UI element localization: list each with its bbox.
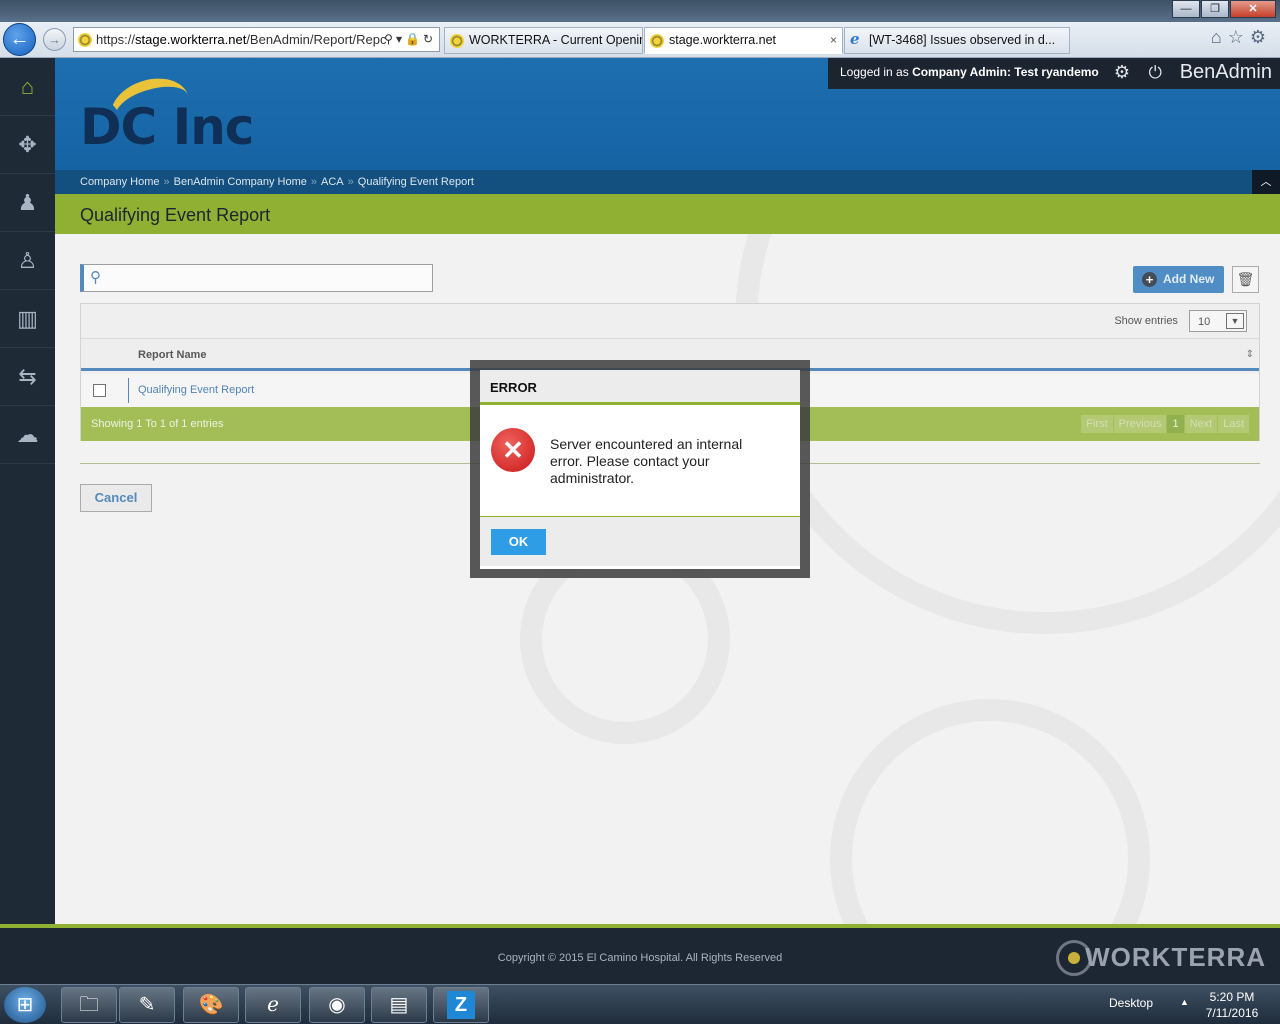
nav-home-icon[interactable]: ⌂ — [0, 58, 55, 116]
app-brand: BenAdmin — [1179, 61, 1272, 83]
forward-button[interactable]: → — [43, 28, 66, 51]
dialog-body: ✕ Server encountered an internal error. … — [480, 405, 800, 517]
logout-power-icon[interactable]: ⏻ — [1149, 58, 1162, 87]
home-icon[interactable]: ⌂ — [1211, 27, 1228, 47]
search-icon[interactable]: ⚲ — [384, 32, 396, 46]
address-tools: ⚲▾🔒↻ — [384, 28, 436, 51]
nav-puzzle-icon[interactable]: ✥ — [0, 116, 55, 174]
refresh-icon[interactable]: ↻ — [423, 32, 436, 46]
lock-icon[interactable]: 🔒 — [405, 32, 423, 46]
breadcrumb-item[interactable]: Company Home — [80, 176, 159, 188]
breadcrumb-item[interactable]: BenAdmin Company Home — [174, 176, 307, 188]
address-bar[interactable]: https://stage.workterra.net/BenAdmin/Rep… — [73, 27, 440, 52]
window-titlebar: — ❐ ✕ — [0, 0, 1280, 22]
window-controls: — ❐ ✕ — [1171, 0, 1276, 18]
ie-favicon-icon: e — [850, 30, 860, 48]
nav-chat-icon[interactable]: ☁ — [0, 406, 55, 464]
dropdown-icon[interactable]: ▾ — [396, 32, 405, 46]
tab-close-icon[interactable]: × — [830, 28, 837, 53]
chrome-icon[interactable]: ◉ — [309, 987, 365, 1023]
browser-tab-stage[interactable]: stage.workterra.net × — [644, 27, 843, 54]
breadcrumb-item[interactable]: ACA — [321, 176, 344, 188]
site-favicon-icon — [78, 33, 92, 47]
company-logo: DC Inc — [80, 98, 254, 156]
settings-gear-icon[interactable]: ⚙ — [1250, 27, 1272, 47]
nav-user-icon[interactable]: ♙ — [0, 232, 55, 290]
browser-tab-workterra[interactable]: WORKTERRA - Current Openin... — [444, 27, 643, 54]
desktop-toolbar[interactable]: Desktop — [1109, 996, 1153, 1010]
nav-transfer-icon[interactable]: ⇆ — [0, 348, 55, 406]
side-navigation: ⌂ ✥ ♟ ♙ ▥ ⇆ ☁ — [0, 58, 55, 924]
sticky-notes-icon[interactable]: ▤ — [371, 987, 427, 1023]
explorer-folder-icon[interactable]: 🗀 — [61, 987, 117, 1023]
modal-overlay — [55, 234, 1280, 924]
dialog-footer: OK — [480, 517, 800, 566]
nav-user-star-icon[interactable]: ♟ — [0, 174, 55, 232]
app-footer: Copyright © 2015 El Camino Hospital. All… — [0, 924, 1280, 984]
maximize-button[interactable]: ❐ — [1201, 0, 1229, 18]
settings-gear-icon[interactable]: ⚙ — [1114, 58, 1130, 87]
start-button[interactable] — [4, 987, 46, 1023]
collapse-chevron-icon[interactable]: ︿ — [1252, 170, 1280, 194]
windows-taskbar: 🗀 ✎ 🎨 ℯ ◉ ▤ Z Desktop ▲ 5:20 PM 7/11/201… — [0, 984, 1280, 1024]
browser-tab-jira[interactable]: e [WT-3468] Issues observed in d... — [844, 27, 1070, 54]
workterra-logo: WORKTERRA — [1085, 942, 1266, 972]
close-window-button[interactable]: ✕ — [1230, 0, 1276, 18]
zoom-z-icon[interactable]: Z — [433, 987, 489, 1023]
browser-toolbar: ← → https://stage.workterra.net/BenAdmin… — [0, 22, 1280, 58]
breadcrumb: Company Home» BenAdmin Company Home» ACA» Q… — [55, 170, 1280, 194]
page-title-bar: Qualifying Event Report — [55, 194, 1280, 234]
error-dialog: ERROR ✕ Server encountered an internal e… — [480, 370, 800, 569]
site-favicon-icon — [450, 34, 464, 48]
error-x-icon: ✕ — [491, 428, 535, 472]
app-header: DC Inc Logged in as Company Admin: Test … — [55, 58, 1280, 170]
notepad-icon[interactable]: ✎ — [119, 987, 175, 1023]
nav-chart-icon[interactable]: ▥ — [0, 290, 55, 348]
page-title: Qualifying Event Report — [80, 205, 271, 225]
breadcrumb-item-current: Qualifying Event Report — [357, 176, 474, 188]
browser-tool-icons: ⌂☆⚙ — [1211, 27, 1272, 48]
paint-palette-icon[interactable]: 🎨 — [183, 987, 239, 1023]
ok-button[interactable]: OK — [491, 529, 546, 555]
favorites-star-icon[interactable]: ☆ — [1228, 27, 1250, 47]
user-bar: Logged in as Company Admin: Test ryandem… — [828, 58, 1280, 89]
error-message: Server encountered an internal error. Pl… — [550, 436, 743, 486]
tray-expand-icon[interactable]: ▲ — [1180, 997, 1189, 1007]
internet-explorer-icon[interactable]: ℯ — [245, 987, 301, 1023]
dialog-title: ERROR — [480, 370, 800, 405]
site-favicon-icon — [650, 34, 664, 48]
minimize-button[interactable]: — — [1172, 0, 1200, 18]
system-clock[interactable]: 5:20 PM 7/11/2016 — [1196, 989, 1268, 1021]
back-button[interactable]: ← — [3, 23, 36, 56]
